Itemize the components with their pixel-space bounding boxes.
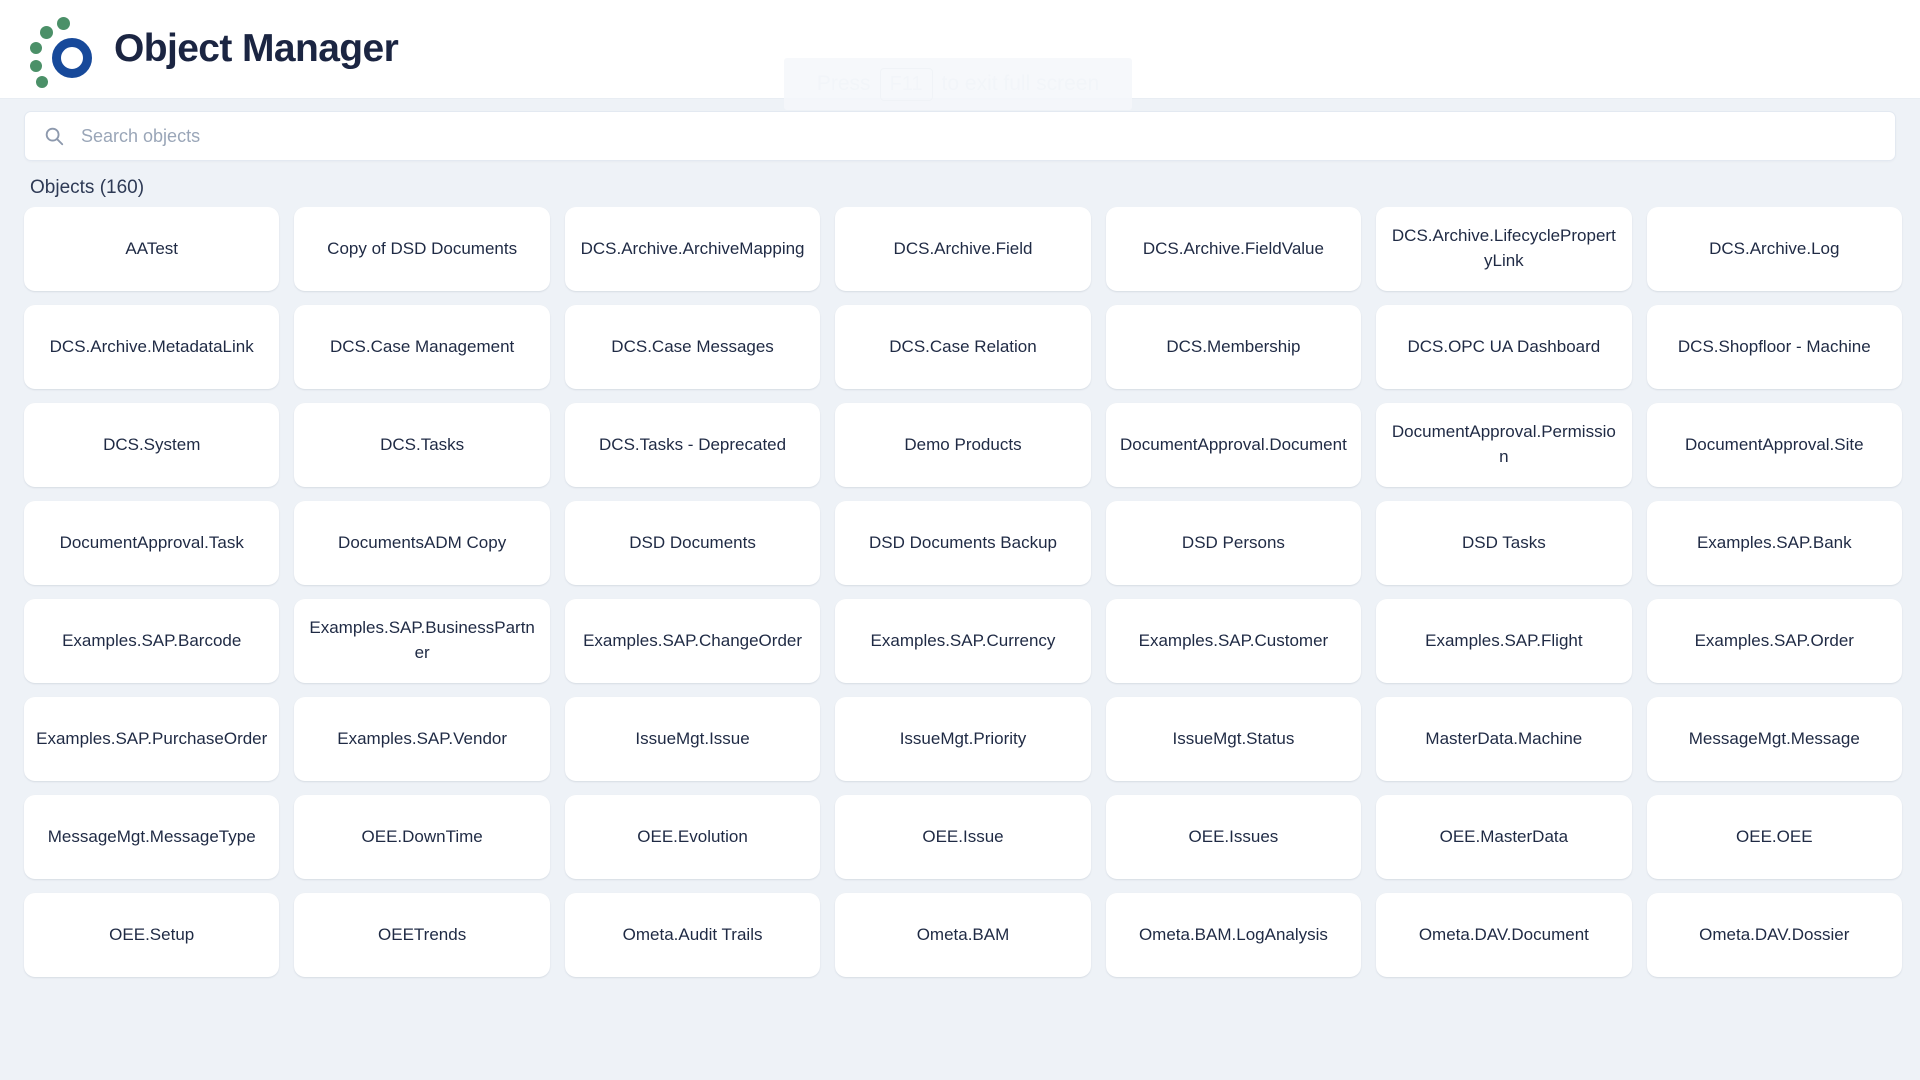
object-card[interactable]: IssueMgt.Status [1105, 697, 1362, 781]
object-card[interactable]: Examples.SAP.ChangeOrder [564, 599, 821, 683]
object-card[interactable]: Ometa.BAM.LogAnalysis [1105, 893, 1362, 977]
app-header: Object Manager Press F11 to exit full sc… [0, 0, 1920, 110]
object-card[interactable]: Ometa.DAV.Document [1376, 893, 1632, 977]
object-card[interactable]: Examples.SAP.PurchaseOrder [24, 697, 280, 781]
object-card[interactable]: DCS.Archive.LifecyclePropertyLink [1376, 207, 1632, 291]
object-card[interactable]: DSD Documents [564, 501, 821, 585]
objects-grid: AATest Copy of DSD Documents DCS.Archive.A… [24, 207, 1902, 997]
object-card[interactable]: DCS.Case Management [294, 305, 550, 389]
object-card[interactable]: DCS.OPC UA Dashboard [1376, 305, 1632, 389]
object-card[interactable]: DCS.Archive.MetadataLink [24, 305, 280, 389]
object-card[interactable]: MessageMgt.MessageType [24, 795, 280, 879]
object-card[interactable]: Examples.SAP.Order [1646, 599, 1902, 683]
page-title: Object Manager [114, 27, 399, 70]
object-card[interactable]: DCS.Archive.ArchiveMapping [564, 207, 821, 291]
object-card[interactable]: DocumentsADM Copy [294, 501, 550, 585]
search-input[interactable] [81, 125, 1877, 147]
object-card[interactable]: OEE.Setup [24, 893, 280, 977]
search-bar[interactable] [24, 111, 1896, 161]
object-card[interactable]: Examples.SAP.Bank [1646, 501, 1902, 585]
object-card[interactable]: DCS.Tasks [294, 403, 550, 487]
object-card[interactable]: MasterData.Machine [1376, 697, 1632, 781]
objects-scroll-area[interactable]: AATest Copy of DSD Documents DCS.Archive.A… [0, 207, 1920, 1080]
object-card[interactable]: Examples.SAP.BusinessPartner [294, 599, 550, 683]
object-card[interactable]: DCS.Case Messages [564, 305, 821, 389]
object-card[interactable]: Ometa.Audit Trails [564, 893, 821, 977]
object-card[interactable]: IssueMgt.Priority [835, 697, 1091, 781]
object-card[interactable]: IssueMgt.Issue [564, 697, 821, 781]
object-card[interactable]: Examples.SAP.Flight [1376, 599, 1632, 683]
object-card[interactable]: DCS.Shopfloor - Machine [1646, 305, 1902, 389]
object-card[interactable]: DCS.Tasks - Deprecated [564, 403, 821, 487]
search-icon [43, 125, 65, 147]
object-card[interactable]: OEE.OEE [1646, 795, 1902, 879]
object-card[interactable]: Examples.SAP.Barcode [24, 599, 280, 683]
fullscreen-toast-suffix: to exit full screen [941, 72, 1100, 95]
object-card[interactable]: Ometa.DAV.Dossier [1646, 893, 1902, 977]
object-card[interactable]: DocumentApproval.Permission [1376, 403, 1632, 487]
objects-count-label: Objects (160) [30, 177, 145, 198]
object-card[interactable]: OEE.Issues [1105, 795, 1362, 879]
object-card[interactable]: DSD Documents Backup [835, 501, 1091, 585]
search-section [0, 99, 1920, 161]
object-card[interactable]: DSD Tasks [1376, 501, 1632, 585]
object-card[interactable]: OEETrends [294, 893, 550, 977]
object-card[interactable]: AATest [24, 207, 280, 291]
ometa-logo-icon [28, 16, 92, 88]
object-card[interactable]: OEE.DownTime [294, 795, 550, 879]
object-card[interactable]: Examples.SAP.Customer [1105, 599, 1362, 683]
object-card[interactable]: Copy of DSD Documents [294, 207, 550, 291]
fullscreen-toast-prefix: Press [816, 72, 871, 95]
object-card[interactable]: Ometa.BAM [835, 893, 1091, 977]
object-card[interactable]: OEE.MasterData [1376, 795, 1632, 879]
object-card[interactable]: DSD Persons [1105, 501, 1362, 585]
object-card[interactable]: OEE.Evolution [564, 795, 821, 879]
object-card[interactable]: DocumentApproval.Site [1646, 403, 1902, 487]
object-card[interactable]: MessageMgt.Message [1646, 697, 1902, 781]
fullscreen-toast-key: F11 [879, 67, 933, 101]
object-card[interactable]: DCS.Archive.Field [835, 207, 1091, 291]
object-card[interactable]: OEE.Issue [835, 795, 1091, 879]
object-card[interactable]: DCS.System [24, 403, 280, 487]
object-card[interactable]: DCS.Archive.FieldValue [1105, 207, 1362, 291]
object-card[interactable]: DCS.Membership [1105, 305, 1362, 389]
object-card[interactable]: Examples.SAP.Vendor [294, 697, 550, 781]
object-card[interactable]: Demo Products [835, 403, 1091, 487]
object-card[interactable]: Examples.SAP.Currency [835, 599, 1091, 683]
object-card[interactable]: DCS.Case Relation [835, 305, 1091, 389]
object-card[interactable]: DocumentApproval.Document [1105, 403, 1362, 487]
object-card[interactable]: DCS.Archive.Log [1646, 207, 1902, 291]
object-card[interactable]: DocumentApproval.Task [24, 501, 280, 585]
